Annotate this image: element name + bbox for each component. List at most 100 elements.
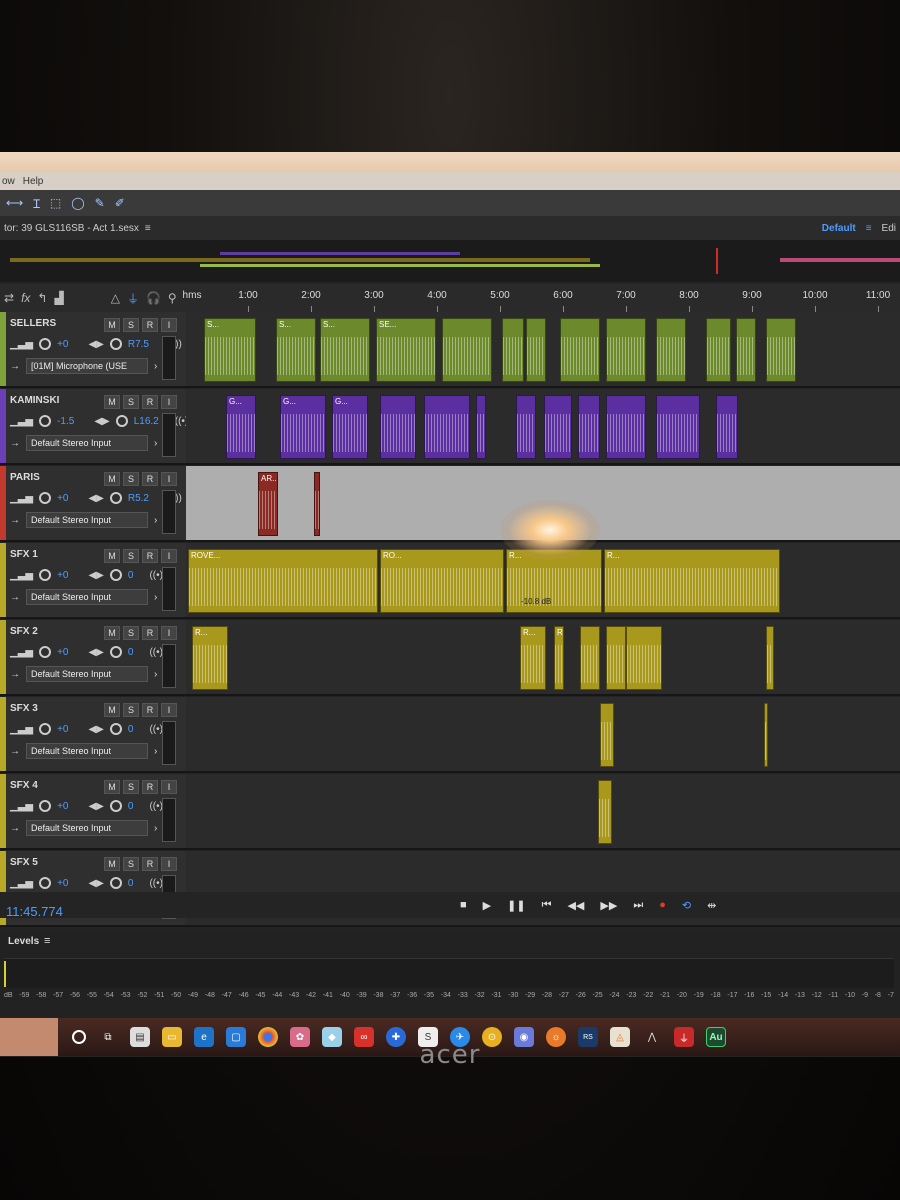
audio-clip[interactable]: R... — [192, 626, 228, 690]
audio-clip[interactable] — [766, 626, 774, 690]
mute-button[interactable]: M — [104, 857, 120, 871]
menu-item-help[interactable]: Help — [23, 176, 44, 187]
track-input-select[interactable]: Default Stereo Input — [26, 743, 148, 759]
audio-clip[interactable] — [314, 472, 320, 536]
audio-clip[interactable]: G... — [226, 395, 256, 459]
stop-icon[interactable]: ■ — [460, 899, 467, 911]
volume-knob[interactable] — [39, 338, 52, 350]
mute-button[interactable]: M — [104, 472, 120, 486]
audio-clip[interactable] — [656, 395, 700, 459]
input_mon-button[interactable]: I — [161, 857, 177, 871]
solo-button[interactable]: S — [123, 626, 139, 640]
metronome-icon[interactable]: △ — [111, 291, 120, 305]
input_mon-button[interactable]: I — [161, 703, 177, 717]
audio-clip[interactable] — [476, 395, 486, 459]
track-name[interactable]: SFX 2 — [10, 626, 38, 637]
mute-button[interactable]: M — [104, 395, 120, 409]
audio-clip[interactable] — [736, 318, 756, 382]
pan-knob[interactable] — [109, 338, 122, 350]
mute-button[interactable]: M — [104, 318, 120, 332]
audio-clip[interactable] — [560, 318, 600, 382]
mute-button[interactable]: M — [104, 549, 120, 563]
audio-clip[interactable] — [766, 318, 796, 382]
track-lane[interactable] — [186, 774, 900, 848]
volume-value[interactable]: +0 — [57, 878, 68, 889]
audio-clip[interactable] — [502, 318, 524, 382]
volume-value[interactable]: +0 — [57, 570, 68, 581]
pan-knob[interactable] — [109, 492, 122, 504]
workspace-edit[interactable]: Edi — [882, 223, 896, 234]
input_mon-button[interactable]: I — [161, 472, 177, 486]
audio-clip[interactable]: G... — [332, 395, 368, 459]
audio-clip[interactable] — [656, 318, 686, 382]
marker-icon[interactable]: ⚲ — [168, 291, 177, 305]
audio-clip[interactable] — [626, 626, 662, 690]
mute-button[interactable]: M — [104, 780, 120, 794]
audio-clip[interactable] — [442, 318, 492, 382]
record-button[interactable]: R — [142, 857, 158, 871]
input_mon-button[interactable]: I — [161, 780, 177, 794]
audio-clip[interactable] — [606, 626, 626, 690]
audio-clip[interactable]: S... — [204, 318, 256, 382]
chevron-right-icon[interactable]: › — [154, 823, 157, 834]
pan-value[interactable]: 0 — [128, 801, 134, 812]
skip-selection-icon[interactable]: ⇹ — [707, 899, 716, 912]
pan-value[interactable]: 0 — [128, 647, 134, 658]
snap-icon[interactable]: ⏚ — [127, 290, 139, 307]
audio-clip[interactable]: ROVE... — [188, 549, 378, 613]
record-button[interactable]: R — [142, 626, 158, 640]
time-selection-tool-icon[interactable]: Ɪ — [33, 195, 40, 212]
solo-button[interactable]: S — [123, 395, 139, 409]
input_mon-button[interactable]: I — [161, 626, 177, 640]
pan-value[interactable]: 0 — [128, 724, 134, 735]
track-input-select[interactable]: [01M] Microphone (USE — [26, 358, 148, 374]
track-name[interactable]: SFX 5 — [10, 857, 38, 868]
record-button[interactable]: R — [142, 395, 158, 409]
volume-knob[interactable] — [39, 877, 52, 889]
audio-clip[interactable] — [544, 395, 572, 459]
chevron-right-icon[interactable]: › — [154, 361, 157, 372]
track-lane[interactable]: R... R... R... — [186, 620, 900, 694]
pan-knob[interactable] — [109, 877, 122, 889]
input_mon-button[interactable]: I — [161, 549, 177, 563]
track-name[interactable]: KAMINSKI — [10, 395, 59, 406]
chevron-right-icon[interactable]: › — [154, 438, 157, 449]
track-name[interactable]: SFX 3 — [10, 703, 38, 714]
track-input-select[interactable]: Default Stereo Input — [26, 666, 148, 682]
volume-value[interactable]: +0 — [57, 801, 68, 812]
solo-button[interactable]: S — [123, 318, 139, 332]
audio-clip[interactable] — [764, 703, 768, 767]
volume-value[interactable]: +0 — [57, 647, 68, 658]
brush-tool-icon[interactable]: ✎ — [95, 196, 105, 210]
audio-clip[interactable] — [716, 395, 738, 459]
chevron-right-icon[interactable]: › — [154, 592, 157, 603]
solo-button[interactable]: S — [123, 472, 139, 486]
pan-knob[interactable] — [115, 415, 128, 427]
solo-button[interactable]: S — [123, 703, 139, 717]
headphones-icon[interactable]: 🎧 — [146, 291, 161, 305]
track-lane[interactable] — [186, 697, 900, 771]
volume-knob[interactable] — [39, 492, 52, 504]
audio-clip[interactable]: RO... — [380, 549, 504, 613]
track-input-select[interactable]: Default Stereo Input — [26, 512, 148, 528]
input_mon-button[interactable]: I — [161, 395, 177, 409]
effects-icon[interactable]: fx — [21, 291, 30, 305]
time-ruler[interactable]: hms 1:00 2:00 3:00 4:00 5:00 6:00 7:00 8:00 9:00… — [183, 284, 900, 312]
input_mon-button[interactable]: I — [161, 318, 177, 332]
pan-value[interactable]: 0 — [128, 878, 134, 889]
pan-value[interactable]: 0 — [128, 570, 134, 581]
sends-icon[interactable]: ↰ — [37, 291, 47, 305]
volume-value[interactable]: +0 — [57, 493, 68, 504]
record-button[interactable]: R — [142, 549, 158, 563]
record-button[interactable]: R — [142, 472, 158, 486]
chevron-right-icon[interactable]: › — [154, 669, 157, 680]
audio-clip[interactable] — [706, 318, 731, 382]
lasso-tool-icon[interactable]: ◯ — [71, 196, 84, 210]
pan-knob[interactable] — [109, 646, 122, 658]
audio-clip[interactable]: S... — [320, 318, 370, 382]
solo-button[interactable]: S — [123, 549, 139, 563]
audio-clip[interactable] — [600, 703, 614, 767]
rewind-icon[interactable]: ◀◀ — [567, 899, 584, 912]
loop-icon[interactable]: ⟲ — [682, 899, 691, 912]
audio-clip[interactable]: R... — [604, 549, 780, 613]
